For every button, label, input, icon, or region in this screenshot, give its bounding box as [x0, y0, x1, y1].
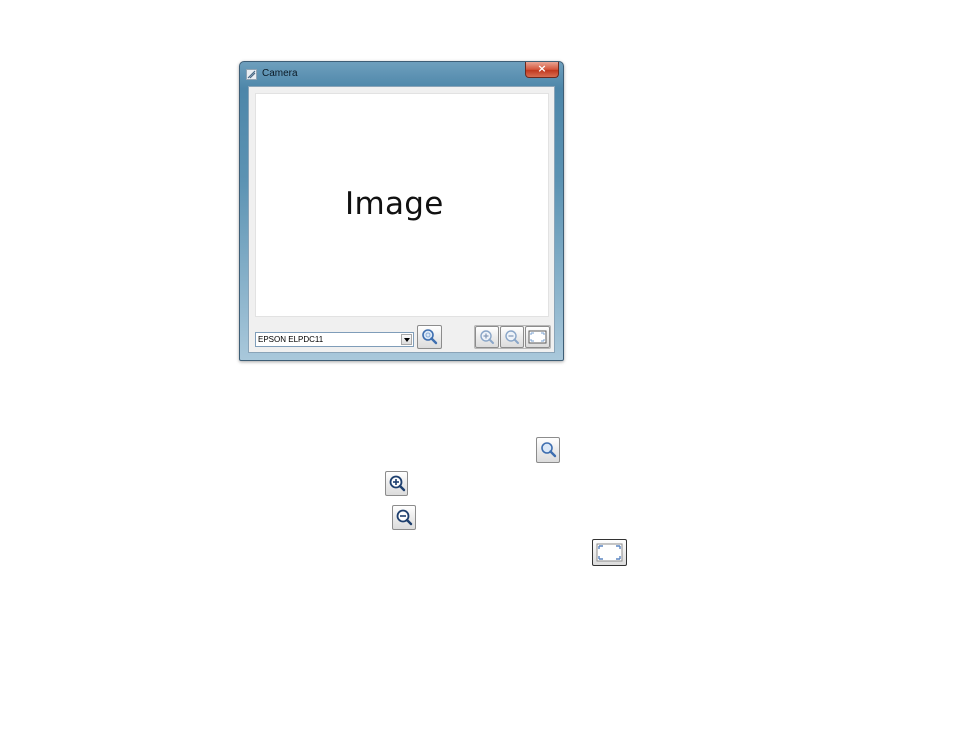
- zoom-out-icon: [392, 505, 416, 530]
- device-select[interactable]: EPSON ELPDC11: [255, 332, 414, 347]
- zoom-out-icon: [505, 330, 519, 344]
- close-button[interactable]: ×: [525, 62, 559, 78]
- camera-image-area: Image: [255, 93, 549, 317]
- fit-to-window-button[interactable]: [525, 326, 550, 348]
- fit-to-window-icon: [528, 330, 547, 344]
- title-bar[interactable]: Camera ×: [240, 62, 563, 86]
- fit-to-window-icon: [592, 539, 627, 566]
- window-client-area: Image EPSON ELPDC11: [248, 86, 555, 353]
- zoom-in-icon: [385, 471, 408, 496]
- app-icon: [246, 69, 257, 80]
- device-select-value: EPSON ELPDC11: [258, 335, 324, 344]
- zoom-in-button[interactable]: [475, 326, 499, 348]
- camera-window: Camera × Image EPSON ELPDC11: [239, 61, 564, 361]
- search-camera-icon: [536, 437, 560, 463]
- search-camera-icon: [422, 329, 438, 345]
- window-title: Camera: [262, 68, 298, 79]
- zoom-out-button[interactable]: [500, 326, 524, 348]
- image-placeholder-label: Image: [345, 186, 444, 222]
- zoom-in-icon: [480, 330, 494, 344]
- search-camera-button[interactable]: [417, 325, 442, 349]
- chevron-down-icon[interactable]: [401, 334, 412, 345]
- close-icon: ×: [537, 62, 547, 75]
